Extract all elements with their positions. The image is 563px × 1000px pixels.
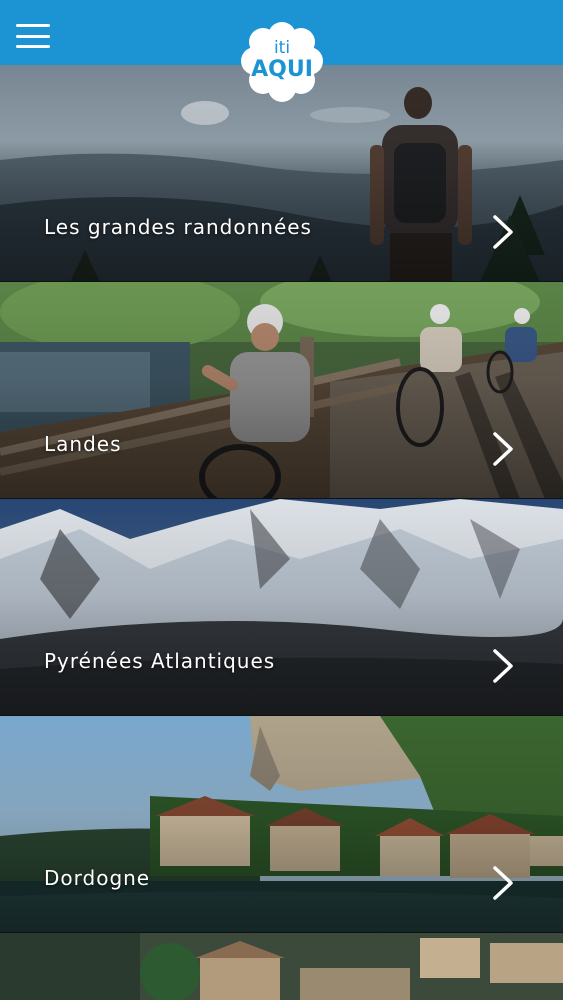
route-card-partial[interactable]: [0, 933, 563, 1000]
itiaqui-logo: iti AQUI: [237, 18, 327, 108]
route-label: Les grandes randonnées: [44, 215, 312, 239]
logo-text-iti: iti: [273, 38, 291, 58]
logo-text-aqui: AQUI: [251, 57, 313, 82]
chevron-right-icon: [493, 866, 513, 900]
route-card-landes[interactable]: Landes: [0, 282, 563, 499]
route-label: Landes: [44, 432, 122, 456]
route-card-pyrenees-atlantiques[interactable]: Pyrénées Atlantiques: [0, 499, 563, 716]
hamburger-menu-icon[interactable]: [16, 24, 50, 48]
route-label: Dordogne: [44, 866, 151, 890]
route-card-dordogne[interactable]: Dordogne: [0, 716, 563, 933]
chevron-right-icon: [493, 215, 513, 249]
chevron-right-icon: [493, 432, 513, 466]
chevron-right-icon: [493, 649, 513, 683]
village-rooftops-photo: [0, 933, 563, 1000]
route-list: Les grandes randonnées Landes Pyrénées A…: [0, 65, 563, 1000]
route-label: Pyrénées Atlantiques: [44, 649, 276, 673]
